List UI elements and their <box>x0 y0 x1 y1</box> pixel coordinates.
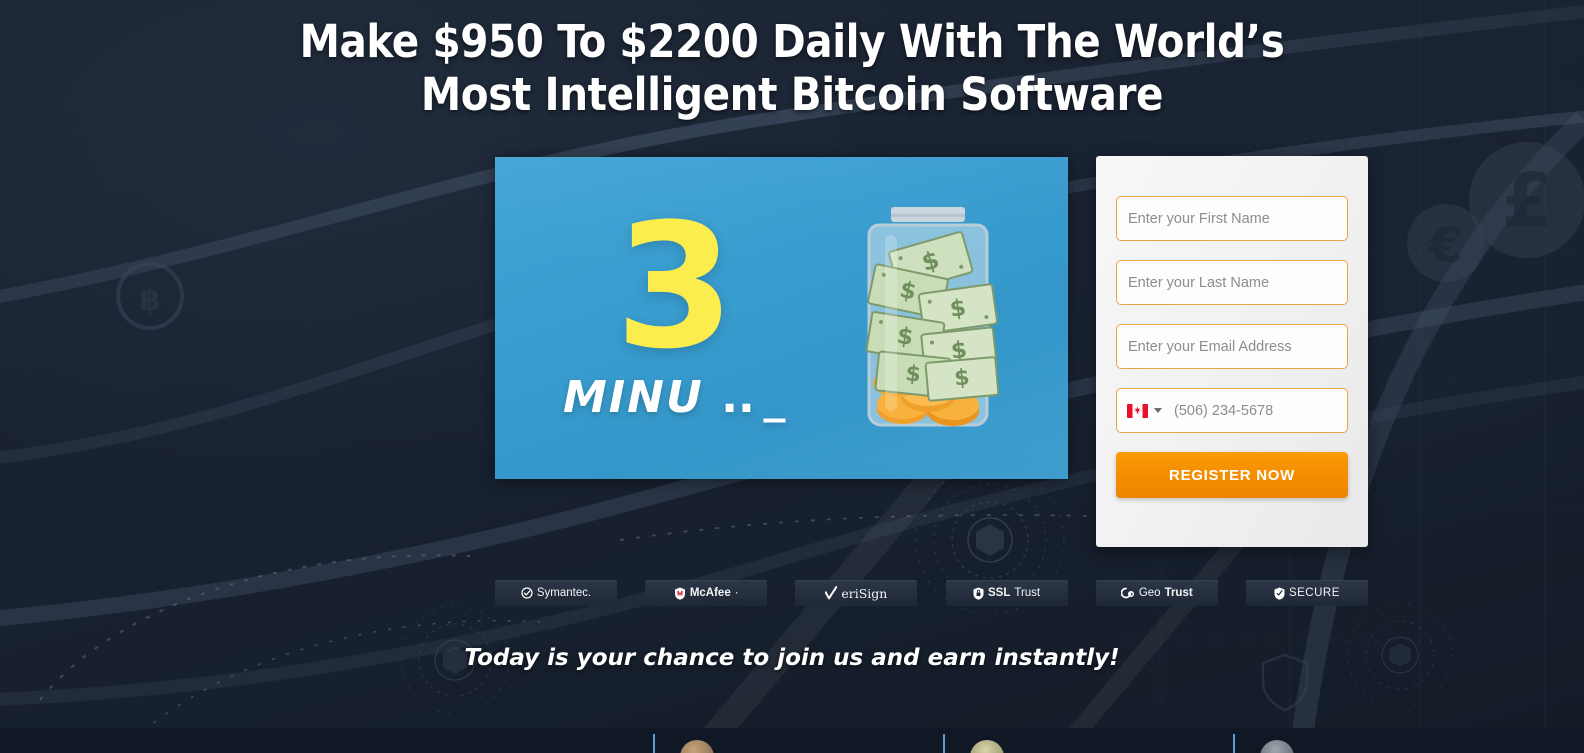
badge-geotrust[interactable]: Geo Trust <box>1095 580 1218 606</box>
avatar <box>1260 740 1294 753</box>
trust-badges: Symantec. McAfee · eriSign SSL Trust Geo… <box>495 580 1368 606</box>
first-name-input[interactable] <box>1116 196 1348 241</box>
avatar <box>680 740 714 753</box>
badge-label: SSL <box>987 587 1011 599</box>
video-caption: MINU .. _ <box>563 372 786 423</box>
checkmark-icon <box>825 586 838 600</box>
svg-text:$: $ <box>953 365 970 391</box>
svg-text:€: € <box>1428 218 1462 274</box>
lock-shield-icon <box>973 587 984 600</box>
headline-line-2: Most Intelligent Bitcoin Software <box>420 67 1164 121</box>
divider <box>653 734 655 753</box>
email-input[interactable] <box>1116 324 1348 369</box>
badge-mcafee[interactable]: McAfee · <box>645 580 768 606</box>
badge-label: SECURE <box>1288 587 1340 599</box>
bitcoin-node-left: ฿ <box>116 262 184 330</box>
badge-secure[interactable]: SECURE <box>1245 580 1368 606</box>
last-name-input[interactable] <box>1116 260 1348 305</box>
tagline: Today is your chance to join us and earn… <box>464 645 1120 671</box>
canada-flag-icon[interactable] <box>1127 403 1148 418</box>
phone-field[interactable] <box>1116 388 1361 433</box>
avatar <box>970 740 1004 753</box>
testimonials-strip <box>0 728 1584 753</box>
badge-label: McAfee <box>689 587 731 599</box>
divider <box>943 734 945 753</box>
check-shield-icon <box>1274 587 1285 600</box>
dotted-arcs <box>39 514 1091 753</box>
badge-verisign[interactable]: eriSign <box>795 580 918 606</box>
badge-label: eriSign <box>841 585 888 601</box>
badge-symantec[interactable]: Symantec. <box>495 580 617 606</box>
money-jar-illustration: $ $ $ $ $ $ $ <box>835 205 1020 450</box>
svg-text:$: $ <box>904 361 922 387</box>
video-number: 3 <box>615 186 735 387</box>
badge-label: Trust <box>1164 587 1193 599</box>
radar-node-right <box>1347 602 1453 708</box>
phone-input[interactable] <box>1174 402 1361 419</box>
divider <box>1233 734 1235 753</box>
registration-form: REGISTER NOW <box>1096 156 1368 547</box>
circle-arrow-icon <box>1120 587 1134 599</box>
shield-watermark <box>1261 653 1309 712</box>
shield-icon <box>674 587 685 600</box>
page-title: Make $950 To $2200 Daily With The World’… <box>242 15 1342 121</box>
landing-page: £ € ฿ Make $950 To $2200 Daily With The … <box>0 0 1584 753</box>
check-circle-icon <box>521 587 533 599</box>
chevron-down-icon[interactable] <box>1154 408 1162 413</box>
register-now-button[interactable]: REGISTER NOW <box>1116 452 1348 498</box>
promo-video[interactable]: 3 MINU .. _ $ $ $ $ $ $ $ <box>495 157 1068 479</box>
badge-label: Symantec. <box>536 587 592 599</box>
headline-line-1: Make $950 To $2200 Daily With The World’… <box>299 15 1285 68</box>
currency-symbols: £ € <box>1407 142 1584 282</box>
svg-text:฿: ฿ <box>140 283 161 318</box>
badge-ssltrust[interactable]: SSL Trust <box>945 580 1068 606</box>
svg-text:£: £ <box>1501 158 1553 244</box>
